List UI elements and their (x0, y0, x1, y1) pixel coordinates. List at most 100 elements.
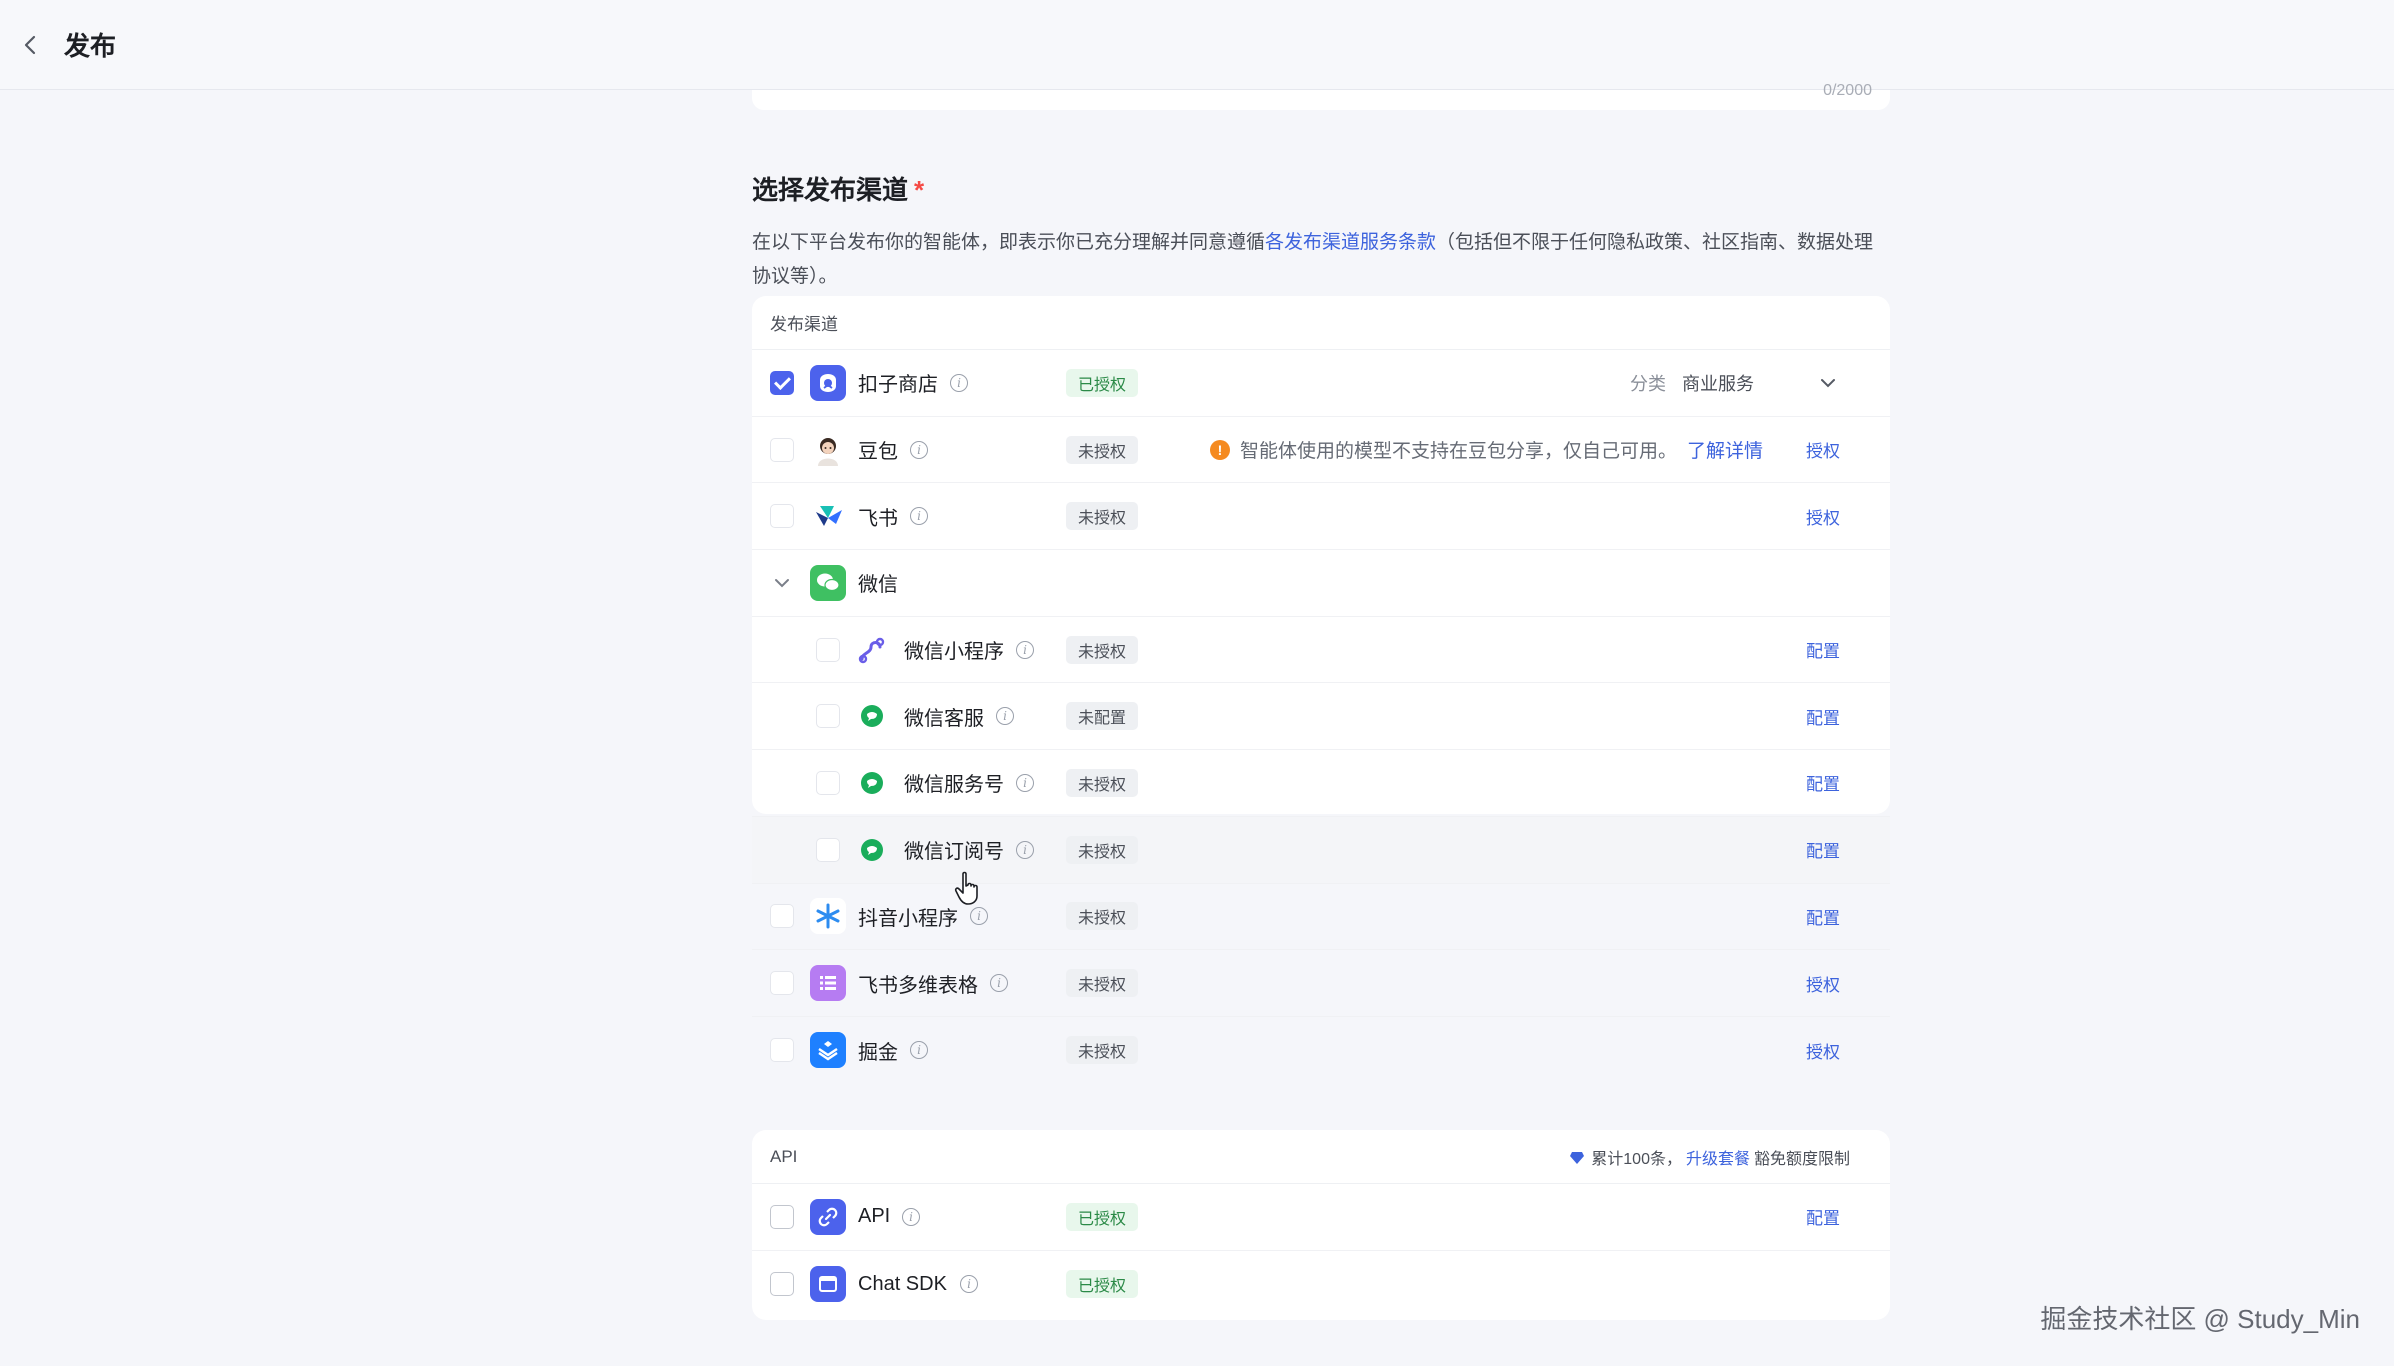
info-icon[interactable]: i (910, 1041, 928, 1060)
channel-row-coze-store: 扣子商店 i 已授权 分类 商业服务 (752, 350, 1890, 417)
api-card: API 累计100条， 升级套餐 豁免额度限制 API i 已授权 配置 Cha… (752, 1130, 1890, 1320)
configure-button[interactable]: 配置 (1806, 904, 1840, 929)
channels-card: 发布渠道 扣子商店 i 已授权 分类 商业服务 豆包 i 未授权 ! 智能体使用… (752, 296, 1890, 1069)
status-badge: 未授权 (1066, 1036, 1139, 1065)
channel-name: 掘金 (858, 1041, 898, 1064)
warning-text: 智能体使用的模型不支持在豆包分享，仅自己可用。 (1240, 441, 1678, 463)
warning-icon: ! (1210, 439, 1230, 460)
status-badge: 未授权 (1066, 435, 1139, 464)
char-counter: 0/2000 (1823, 82, 1872, 99)
channel-group-wechat: 微信 (752, 550, 1890, 617)
checkbox-juejin[interactable] (770, 1038, 794, 1063)
authorize-button[interactable]: 授权 (1806, 971, 1840, 996)
info-icon[interactable]: i (902, 1207, 920, 1226)
terms-link[interactable]: 各发布渠道服务条款 (1265, 232, 1436, 253)
channel-name: 微信小程序 (904, 641, 1004, 664)
authorize-button[interactable]: 授权 (1806, 1038, 1840, 1063)
desc-text-before: 在以下平台发布你的智能体，即表示你已充分理解并同意遵循 (752, 232, 1266, 253)
checkbox-coze-store[interactable] (770, 370, 794, 395)
channel-name: 扣子商店 (858, 374, 938, 397)
configure-button[interactable]: 配置 (1806, 837, 1840, 862)
section-description: 在以下平台发布你的智能体，即表示你已充分理解并同意遵循各发布渠道服务条款（包括但… (752, 226, 1892, 294)
info-icon[interactable]: i (910, 440, 928, 459)
checkbox-api[interactable] (770, 1204, 794, 1229)
api-header-label: API (770, 1146, 798, 1166)
status-badge: 未授权 (1066, 768, 1139, 797)
status-badge: 未授权 (1066, 635, 1139, 664)
configure-button[interactable]: 配置 (1806, 770, 1840, 795)
wechat-logo-icon (810, 564, 846, 601)
channel-row-chat-sdk: Chat SDK i 已授权 (752, 1251, 1890, 1318)
info-icon[interactable]: i (990, 974, 1008, 993)
chevron-down-icon (775, 578, 789, 588)
status-badge: 未授权 (1066, 969, 1139, 998)
channel-row-doubao: 豆包 i 未授权 ! 智能体使用的模型不支持在豆包分享，仅自己可用。 了解详情 … (752, 417, 1890, 484)
checkbox-wechat-service[interactable] (816, 770, 840, 795)
info-icon[interactable]: i (970, 907, 988, 926)
collapse-toggle[interactable] (770, 571, 794, 595)
configure-button[interactable]: 配置 (1806, 1204, 1840, 1229)
channel-name: 飞书多维表格 (858, 974, 978, 997)
channel-row-api: API i 已授权 配置 (752, 1184, 1890, 1251)
authorize-button[interactable]: 授权 (1806, 437, 1840, 462)
configure-button[interactable]: 配置 (1806, 704, 1840, 729)
api-header: API 累计100条， 升级套餐 豁免额度限制 (752, 1130, 1890, 1184)
quota-notice: 累计100条， 升级套餐 豁免额度限制 (1569, 1145, 1850, 1169)
quota-text: 累计100条， (1591, 1150, 1682, 1168)
required-mark: * (914, 175, 925, 205)
watermark: 掘金技术社区 @ Study_Min (2040, 1304, 2360, 1334)
info-icon[interactable]: i (1016, 840, 1034, 859)
page-title: 发布 (64, 31, 117, 61)
channel-name: 豆包 (858, 441, 898, 464)
authorize-button[interactable]: 授权 (1806, 504, 1840, 529)
channel-name: API (858, 1205, 891, 1228)
wechat-bubble-icon (856, 767, 888, 799)
learn-more-link[interactable]: 了解详情 (1687, 436, 1763, 463)
channel-name: 微信客服 (904, 707, 984, 730)
channel-name: 微信订阅号 (904, 841, 1004, 864)
channel-name: 微信 (858, 574, 898, 597)
checkbox-chat-sdk[interactable] (770, 1272, 794, 1297)
channel-row-feishu-table: 飞书多维表格 i 未授权 授权 (752, 950, 1890, 1017)
info-icon[interactable]: i (910, 507, 928, 526)
status-badge: 未授权 (1066, 502, 1139, 531)
channel-name: 飞书 (858, 507, 898, 530)
chevron-down-icon (1821, 378, 1835, 388)
info-icon[interactable]: i (950, 373, 968, 392)
channel-row-douyin-mini: 抖音小程序 i 未授权 配置 (752, 884, 1890, 951)
checkbox-feishu-table[interactable] (770, 971, 794, 996)
wechat-bubble-icon (856, 700, 888, 732)
channel-name: 微信服务号 (904, 774, 1004, 797)
checkbox-feishu[interactable] (770, 504, 794, 529)
douyin-mini-icon (810, 898, 846, 935)
status-badge: 已授权 (1066, 1202, 1139, 1231)
status-badge: 未授权 (1066, 835, 1139, 864)
checkbox-wechat-cs[interactable] (816, 704, 840, 729)
back-button[interactable] (10, 25, 50, 65)
checkbox-douyin-mini[interactable] (770, 904, 794, 929)
status-badge: 未配置 (1066, 702, 1139, 731)
info-icon[interactable]: i (1016, 640, 1034, 659)
checkbox-doubao[interactable] (770, 437, 794, 462)
diamond-icon (1570, 1151, 1585, 1164)
browser-window-icon (810, 1266, 846, 1303)
feishu-logo-icon (810, 498, 846, 535)
quota-text-after: 豁免额度限制 (1753, 1150, 1850, 1168)
channel-row-wechat-mini: 微信小程序 i 未授权 配置 (752, 617, 1890, 684)
status-badge: 未授权 (1066, 902, 1139, 931)
chevron-left-icon (24, 35, 36, 54)
channel-row-wechat-cs: 微信客服 i 未配置 配置 (752, 683, 1890, 751)
category-value: 商业服务 (1682, 373, 1754, 394)
configure-button[interactable]: 配置 (1806, 637, 1840, 662)
upgrade-plan-link[interactable]: 升级套餐 (1686, 1145, 1750, 1169)
checkbox-wechat-mini[interactable] (816, 637, 840, 662)
category-select[interactable]: 分类 商业服务 (1610, 361, 1850, 405)
info-icon[interactable]: i (960, 1275, 978, 1294)
channel-name: Chat SDK (858, 1272, 947, 1295)
mini-program-icon (856, 634, 888, 666)
channel-row-wechat-sub: 微信订阅号 i 未授权 配置 (752, 816, 1890, 884)
info-icon[interactable]: i (996, 707, 1014, 726)
checkbox-wechat-sub[interactable] (816, 837, 840, 862)
status-badge: 已授权 (1066, 1270, 1139, 1299)
info-icon[interactable]: i (1016, 773, 1034, 792)
